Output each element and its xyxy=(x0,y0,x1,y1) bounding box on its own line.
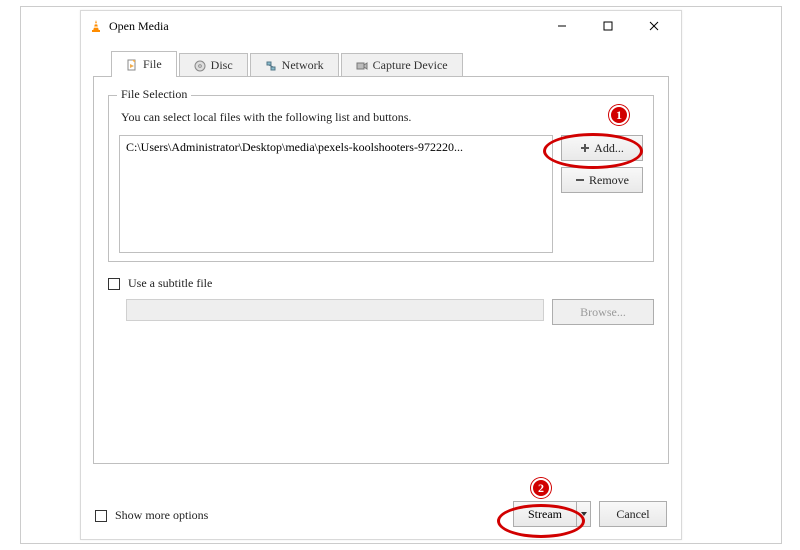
stream-button-label[interactable]: Stream xyxy=(514,502,576,526)
remove-button[interactable]: Remove xyxy=(561,167,643,193)
file-list-item[interactable]: C:\Users\Administrator\Desktop\media\pex… xyxy=(126,140,546,155)
file-selection-title: File Selection xyxy=(117,87,191,102)
browse-button: Browse... xyxy=(552,299,654,325)
tab-network-label: Network xyxy=(282,58,324,73)
show-more-checkbox[interactable] xyxy=(95,510,107,522)
network-icon xyxy=(265,60,277,72)
file-icon xyxy=(126,59,138,71)
vlc-cone-icon xyxy=(89,19,103,33)
tab-capture-label: Capture Device xyxy=(373,58,448,73)
cancel-button[interactable]: Cancel xyxy=(599,501,667,527)
minimize-button[interactable] xyxy=(539,11,585,41)
file-selection-hint: You can select local files with the foll… xyxy=(121,110,643,125)
footer-buttons: Stream Cancel xyxy=(513,501,667,527)
tab-disc[interactable]: Disc xyxy=(179,53,248,77)
tab-strip: File Disc Network Capture Device xyxy=(111,51,669,77)
file-selection-group: File Selection You can select local file… xyxy=(108,95,654,262)
close-button[interactable] xyxy=(631,11,677,41)
stream-dropdown-arrow[interactable] xyxy=(576,502,590,526)
window-controls xyxy=(539,11,677,41)
add-button-label: Add... xyxy=(594,141,624,156)
minus-icon xyxy=(575,175,585,185)
subtitle-path-input xyxy=(126,299,544,321)
remove-button-label: Remove xyxy=(589,173,629,188)
file-list[interactable]: C:\Users\Administrator\Desktop\media\pex… xyxy=(119,135,553,253)
cancel-button-label: Cancel xyxy=(616,507,649,522)
client-area: File Disc Network Capture Device xyxy=(81,41,681,539)
maximize-button[interactable] xyxy=(585,11,631,41)
plus-icon xyxy=(580,143,590,153)
add-button[interactable]: Add... xyxy=(561,135,643,161)
window-title: Open Media xyxy=(109,19,539,34)
use-subtitle-label: Use a subtitle file xyxy=(128,276,212,291)
open-media-window: Open Media File xyxy=(80,10,682,540)
tab-capture[interactable]: Capture Device xyxy=(341,53,463,77)
show-more-label: Show more options xyxy=(115,508,208,523)
disc-icon xyxy=(194,60,206,72)
tab-panel-file: File Selection You can select local file… xyxy=(93,76,669,464)
footer-row: Show more options xyxy=(95,508,208,523)
tab-file[interactable]: File xyxy=(111,51,177,77)
tab-network[interactable]: Network xyxy=(250,53,339,77)
capture-icon xyxy=(356,60,368,72)
title-bar: Open Media xyxy=(81,11,681,41)
stream-button[interactable]: Stream xyxy=(513,501,591,527)
tab-disc-label: Disc xyxy=(211,58,233,73)
chevron-down-icon xyxy=(580,510,588,518)
browse-button-label: Browse... xyxy=(580,305,626,320)
use-subtitle-checkbox[interactable] xyxy=(108,278,120,290)
tab-file-label: File xyxy=(143,57,162,72)
